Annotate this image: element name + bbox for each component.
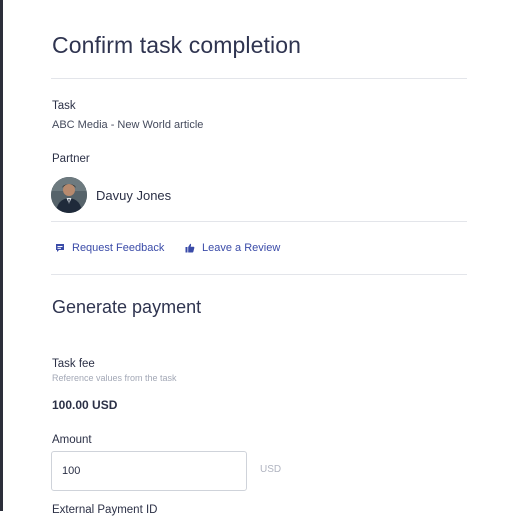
dialog-title: Confirm task completion [52, 32, 301, 58]
generate-payment-heading: Generate payment [52, 297, 202, 317]
request-feedback-label: Request Feedback [72, 242, 165, 254]
avatar-photo [51, 177, 87, 213]
amount-currency: USD [260, 464, 282, 475]
title-divider [51, 78, 467, 79]
thumbs-up-icon [185, 243, 195, 253]
request-feedback-link[interactable]: Request Feedback [55, 242, 164, 254]
task-fee-hint: Reference values from the task [52, 373, 177, 383]
external-payment-id-label: External Payment ID [52, 504, 158, 516]
partner-name: Davuy Jones [96, 188, 172, 203]
speech-bubble-icon [55, 243, 65, 253]
leave-review-label: Leave a Review [202, 242, 281, 254]
task-label: Task [52, 100, 76, 112]
task-fee-label: Task fee [52, 358, 95, 370]
confirm-task-dialog: Confirm task completion Task ABC Media -… [3, 0, 514, 516]
task-value: ABC Media - New World article [52, 119, 204, 131]
actions-divider [51, 274, 467, 275]
amount-label: Amount [52, 434, 92, 446]
leave-review-link[interactable]: Leave a Review [185, 242, 280, 254]
task-fee-value: 100.00 USD [52, 398, 118, 412]
amount-input[interactable] [51, 451, 247, 491]
partner-label: Partner [52, 153, 90, 165]
partner-avatar [51, 177, 87, 213]
partner-divider [51, 221, 467, 222]
